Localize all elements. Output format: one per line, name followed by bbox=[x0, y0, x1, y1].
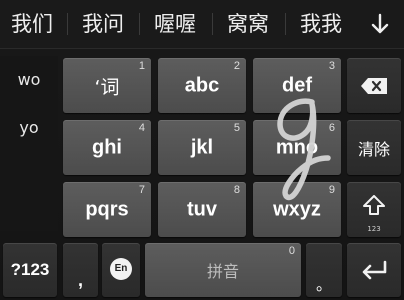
enter-icon bbox=[362, 260, 387, 280]
key-label: abc bbox=[184, 74, 220, 96]
key-number: 2 bbox=[233, 60, 240, 72]
key-number: 4 bbox=[138, 122, 145, 134]
clear-button[interactable]: 清除 bbox=[347, 120, 401, 175]
key-label: jkl bbox=[190, 136, 214, 158]
key-3[interactable]: 3 def bbox=[253, 58, 341, 113]
key-number: 7 bbox=[138, 184, 145, 196]
space-label: 拼音 bbox=[206, 262, 239, 281]
key-9[interactable]: 9 wxyz bbox=[253, 182, 341, 237]
key-label: mno bbox=[275, 136, 319, 158]
key-number: 3 bbox=[328, 60, 335, 72]
key-4[interactable]: 4 ghi bbox=[63, 120, 151, 175]
period-label: 。 bbox=[315, 277, 332, 294]
backspace-icon bbox=[361, 78, 387, 94]
pinyin-option-yo[interactable]: yo bbox=[0, 118, 58, 137]
key-label: ‘词 bbox=[94, 76, 120, 98]
key-number: 6 bbox=[328, 122, 335, 134]
key-label: ghi bbox=[92, 136, 122, 158]
shift-sub-label: 123 bbox=[367, 225, 381, 233]
key-6[interactable]: 6 mno bbox=[253, 120, 341, 175]
candidate-divider bbox=[139, 13, 140, 35]
key-label: pqrs bbox=[85, 198, 129, 220]
language-switch-button[interactable]: En bbox=[102, 243, 140, 297]
pinyin-list: wo yo bbox=[0, 56, 58, 231]
enter-button[interactable] bbox=[347, 243, 401, 297]
shift-arrow-icon bbox=[363, 195, 385, 215]
key-7[interactable]: 7 pqrs bbox=[63, 182, 151, 237]
candidate-divider bbox=[212, 13, 213, 35]
key-number: 0 bbox=[288, 245, 295, 257]
key-number: 1 bbox=[138, 60, 145, 72]
backspace-button[interactable] bbox=[347, 58, 401, 113]
comma-key[interactable]: , bbox=[63, 243, 98, 297]
candidate-2[interactable]: 我问 bbox=[70, 0, 136, 48]
key-8[interactable]: 8 tuv bbox=[158, 182, 246, 237]
candidate-divider bbox=[285, 13, 286, 35]
key-number: 9 bbox=[328, 184, 335, 196]
key-5[interactable]: 5 jkl bbox=[158, 120, 246, 175]
language-en-icon: En bbox=[110, 258, 132, 280]
candidate-1[interactable]: 我们 bbox=[0, 0, 64, 48]
clear-label: 清除 bbox=[357, 139, 390, 159]
space-key[interactable]: 0 拼音 bbox=[145, 243, 301, 297]
key-label: tuv bbox=[187, 198, 217, 220]
candidate-3[interactable]: 喔喔 bbox=[142, 0, 208, 48]
arrow-down-icon bbox=[371, 13, 389, 34]
candidate-divider bbox=[67, 13, 68, 35]
shift-button[interactable]: 123 bbox=[347, 182, 401, 237]
collapse-candidates-button[interactable] bbox=[362, 0, 398, 48]
key-2[interactable]: 2 abc bbox=[158, 58, 246, 113]
key-label: def bbox=[282, 74, 312, 96]
symbols-label: ?123 bbox=[10, 260, 50, 279]
candidate-bar: 我们 我问 喔喔 窝窝 我我 bbox=[0, 0, 404, 49]
key-number: 8 bbox=[233, 184, 240, 196]
candidate-4[interactable]: 窝窝 bbox=[215, 0, 281, 48]
key-1[interactable]: 1 ‘词 bbox=[63, 58, 151, 113]
keyboard: 我们 我问 喔喔 窝窝 我我 wo yo 1 ‘词 2 abc 3 def 4 … bbox=[0, 0, 404, 300]
period-key[interactable]: 。 bbox=[306, 243, 342, 297]
key-label: wxyz bbox=[273, 198, 321, 220]
key-number: 5 bbox=[233, 122, 240, 134]
symbols-button[interactable]: ?123 bbox=[3, 243, 57, 297]
candidate-5[interactable]: 我我 bbox=[288, 0, 354, 48]
pinyin-option-wo[interactable]: wo bbox=[0, 70, 58, 89]
comma-label: , bbox=[77, 270, 83, 290]
